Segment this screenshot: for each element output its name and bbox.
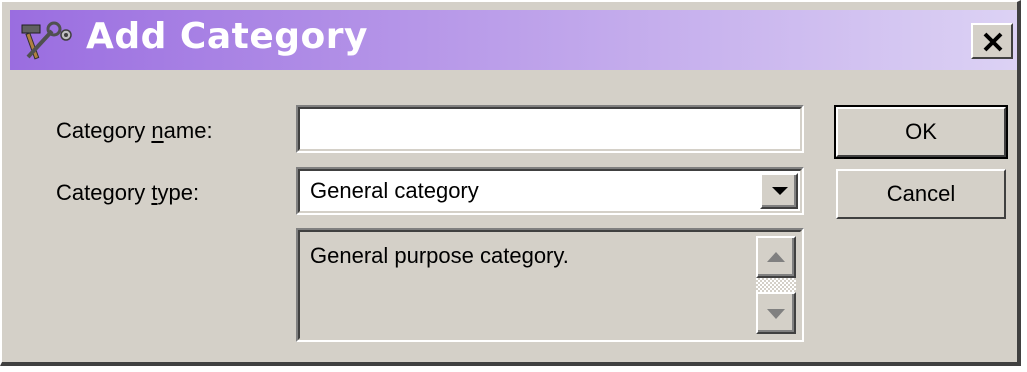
dialog-title: Add Category: [86, 16, 368, 57]
ok-button-label: OK: [905, 119, 937, 144]
category-name-label: Category name:: [56, 118, 213, 144]
chevron-down-icon: [767, 309, 785, 319]
category-type-select[interactable]: General category: [296, 167, 804, 215]
category-name-label-prefix: Category: [56, 118, 152, 143]
add-category-dialog: Add Category Category name: Category typ…: [0, 0, 1021, 366]
cancel-button[interactable]: Cancel: [836, 169, 1006, 219]
category-name-label-suffix: ame:: [163, 118, 213, 143]
chevron-down-icon: [772, 187, 788, 195]
cancel-button-label: Cancel: [886, 181, 956, 206]
category-name-input-frame: [298, 107, 802, 151]
ok-button[interactable]: OK: [834, 105, 1008, 159]
scroll-down-button[interactable]: [756, 292, 796, 334]
scroll-up-button[interactable]: [756, 236, 796, 278]
category-name-label-accesskey: n: [151, 118, 164, 143]
description-scrollbar[interactable]: [756, 236, 796, 334]
category-description-box: General purpose category.: [296, 228, 804, 342]
title-bar[interactable]: Add Category: [10, 10, 1017, 70]
chevron-up-icon: [767, 252, 785, 262]
close-button[interactable]: [971, 23, 1013, 59]
category-type-selected: General category: [310, 178, 479, 203]
close-icon: [983, 32, 1003, 52]
category-type-label: Category type:: [56, 180, 199, 206]
category-description: General purpose category.: [310, 243, 569, 268]
category-name-input[interactable]: [296, 105, 804, 153]
category-type-label-suffix: ype:: [157, 180, 200, 205]
dropdown-button[interactable]: [760, 173, 798, 209]
tools-icon: [18, 21, 80, 61]
category-type-label-prefix: Category: [56, 180, 152, 205]
